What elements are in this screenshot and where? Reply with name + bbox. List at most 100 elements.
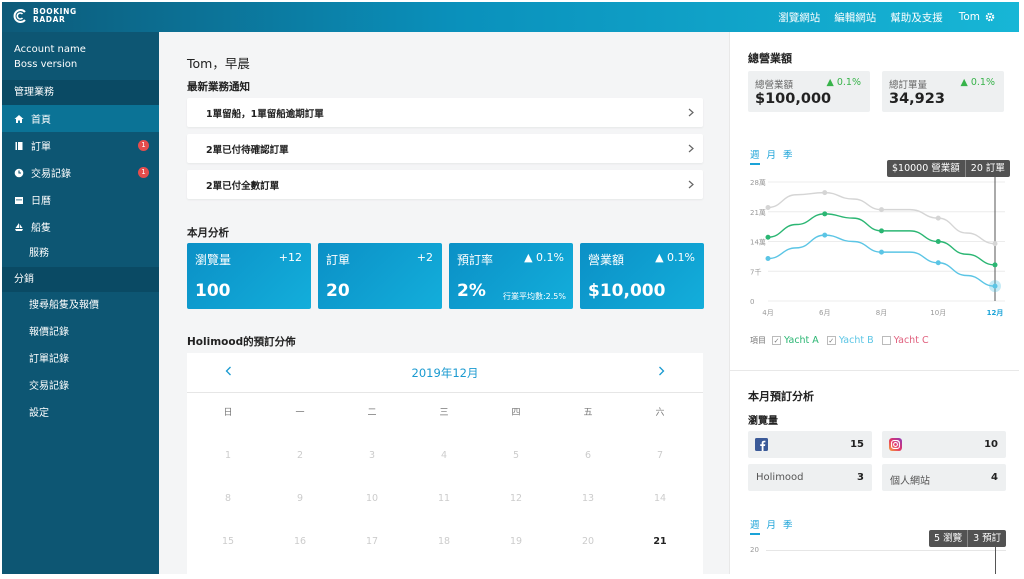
kpi-card-views[interactable]: 瀏覽量 +12 100 bbox=[187, 243, 311, 309]
calendar-day[interactable]: 20 bbox=[552, 536, 624, 547]
chevron-right-icon bbox=[688, 108, 694, 117]
calendar-day[interactable]: 5 bbox=[480, 450, 552, 461]
sidebar-item-transaction-records[interactable]: 交易記錄 bbox=[2, 373, 159, 400]
nav-help[interactable]: 幫助及支援 bbox=[890, 10, 943, 25]
book-icon bbox=[14, 141, 28, 151]
tab-quarter[interactable]: 季 bbox=[783, 517, 793, 535]
calendar-day[interactable]: 4 bbox=[408, 450, 480, 461]
calendar-day[interactable]: 7 bbox=[624, 450, 696, 461]
next-month-button[interactable] bbox=[658, 365, 665, 379]
kpi-card-revenue[interactable]: 營業額 ▲ 0.1% $10,000 bbox=[580, 243, 704, 309]
kpi-card-booking-rate[interactable]: 預訂率 ▲ 0.1% 2% 行業平均數:2.5% bbox=[449, 243, 573, 309]
y-axis-tick: 21萬 bbox=[750, 208, 766, 217]
source-count: 4 bbox=[991, 472, 998, 483]
calendar-day[interactable]: 12 bbox=[480, 493, 552, 504]
tab-month[interactable]: 月 bbox=[767, 517, 777, 535]
logo-icon bbox=[13, 9, 26, 23]
x-axis-tick: 6月 bbox=[819, 309, 830, 317]
notification-text: 2單已付待確認訂單 bbox=[206, 144, 289, 156]
tooltip-orders: 20 訂單 bbox=[970, 163, 1005, 174]
source-count: 15 bbox=[850, 439, 864, 450]
notification-item[interactable]: 2單已付待確認訂單 bbox=[187, 134, 703, 163]
sidebar-item-orders[interactable]: 訂單 1 bbox=[2, 132, 159, 159]
sidebar-item-search-boats[interactable]: 搜尋船隻及報價 bbox=[2, 292, 159, 319]
calendar-day[interactable]: 11 bbox=[408, 493, 480, 504]
notification-item[interactable]: 2單已付全數訂單 bbox=[187, 170, 703, 199]
weekday-label: 一 bbox=[295, 408, 305, 418]
source-name: Holimood bbox=[756, 472, 804, 483]
weekday-label: 二 bbox=[367, 408, 377, 418]
data-point bbox=[879, 249, 884, 255]
data-point bbox=[935, 260, 941, 266]
calendar-day[interactable]: 15 bbox=[192, 536, 264, 547]
calendar-day[interactable]: 3 bbox=[336, 450, 408, 461]
calendar-day[interactable]: 10 bbox=[336, 493, 408, 504]
stat-value: 34,923 bbox=[889, 91, 945, 107]
logo[interactable]: BOOKING RADAR bbox=[12, 8, 77, 24]
sidebar-item-home[interactable]: 首頁 bbox=[2, 105, 159, 132]
legend-yacht-c[interactable]: Yacht C bbox=[881, 335, 929, 346]
calendar-day[interactable]: 17 bbox=[336, 536, 408, 547]
analysis-title: 本月分析 bbox=[187, 227, 229, 239]
sidebar-item-settings[interactable]: 設定 bbox=[2, 400, 159, 427]
user-name: Tom bbox=[958, 11, 980, 23]
calendar-day[interactable]: 9 bbox=[264, 493, 336, 504]
user-menu[interactable]: Tom bbox=[959, 11, 995, 23]
legend-yacht-b[interactable]: ✓ Yacht B bbox=[826, 335, 874, 346]
sidebar-item-transactions[interactable]: 交易記錄 1 bbox=[2, 159, 159, 186]
section-manage: 管理業務 bbox=[2, 80, 159, 105]
legend-yacht-a[interactable]: ✓ Yacht A bbox=[772, 335, 819, 346]
calendar-icon bbox=[14, 195, 28, 205]
sidebar-item-order-records[interactable]: 訂單記錄 bbox=[2, 346, 159, 373]
tab-quarter[interactable]: 季 bbox=[783, 147, 793, 165]
calendar-day[interactable]: 16 bbox=[264, 536, 336, 547]
kpi-delta: +12 bbox=[278, 251, 302, 264]
account-info: Account name Boss version bbox=[2, 32, 159, 80]
source-personal-site: 個人網站 4 bbox=[882, 464, 1006, 491]
calendar-day[interactable]: 8 bbox=[192, 493, 264, 504]
calendar-day[interactable]: 18 bbox=[408, 536, 480, 547]
calendar-day[interactable]: 14 bbox=[624, 493, 696, 504]
y-axis-tick: 20 bbox=[750, 546, 759, 554]
calendar-day-today[interactable]: 21 bbox=[624, 536, 696, 547]
calendar-day[interactable]: 1 bbox=[192, 450, 264, 461]
sidebar-item-label: 首頁 bbox=[31, 115, 51, 126]
source-holimood: Holimood 3 bbox=[748, 464, 872, 491]
sidebar-item-services[interactable]: 服務 bbox=[2, 240, 159, 267]
tab-month[interactable]: 月 bbox=[767, 147, 777, 165]
source-instagram: 10 bbox=[882, 431, 1006, 458]
sidebar-item-quote-records[interactable]: 報價記錄 bbox=[2, 319, 159, 346]
calendar-day[interactable]: 13 bbox=[552, 493, 624, 504]
kpi-delta: ▲ 0.1% bbox=[524, 251, 564, 264]
series-line-yacht-c bbox=[767, 191, 996, 245]
prev-month-button[interactable] bbox=[225, 365, 232, 379]
kpi-note: 行業平均數:2.5% bbox=[502, 292, 566, 301]
gear-icon bbox=[985, 12, 995, 22]
data-point bbox=[992, 262, 998, 268]
tab-week[interactable]: 週 bbox=[750, 517, 760, 535]
calendar-day[interactable]: 19 bbox=[480, 536, 552, 547]
calendar-day[interactable]: 6 bbox=[552, 450, 624, 461]
weekday-label: 日 bbox=[223, 408, 233, 418]
revenue-line-chart: 28萬 21萬 14萬 7千 0 4月 6月 8月 10月 12月 bbox=[750, 177, 1005, 317]
period-tabs: 週 月 季 bbox=[750, 147, 800, 165]
notif-title: 最新業務通知 bbox=[187, 81, 250, 93]
y-axis-tick: 28萬 bbox=[750, 178, 766, 187]
clock-icon bbox=[14, 168, 28, 178]
kpi-label: 訂單 bbox=[326, 253, 351, 267]
sidebar-item-label: 日曆 bbox=[31, 196, 51, 207]
tab-week[interactable]: 週 bbox=[750, 147, 760, 165]
weekday-label: 三 bbox=[439, 408, 449, 418]
calendar-day[interactable]: 2 bbox=[264, 450, 336, 461]
gridline bbox=[766, 550, 1006, 551]
sidebar-item-boats[interactable]: 船隻 bbox=[2, 213, 159, 240]
notification-item[interactable]: 1單留船，1單留船逾期訂單 bbox=[187, 98, 703, 127]
source-count: 3 bbox=[857, 472, 864, 483]
nav-edit-site[interactable]: 編輯網站 bbox=[834, 10, 876, 25]
greeting: Tom，早晨 bbox=[187, 56, 250, 71]
kpi-card-orders[interactable]: 訂單 +2 20 bbox=[318, 243, 442, 309]
section-divider bbox=[730, 370, 1019, 371]
nav-browse-site[interactable]: 瀏覽網站 bbox=[778, 10, 820, 25]
sidebar-item-calendar[interactable]: 日曆 bbox=[2, 186, 159, 213]
main-content: Tom，早晨 最新業務通知 1單留船，1單留船逾期訂單 2單已付待確認訂單 2單… bbox=[159, 32, 729, 574]
